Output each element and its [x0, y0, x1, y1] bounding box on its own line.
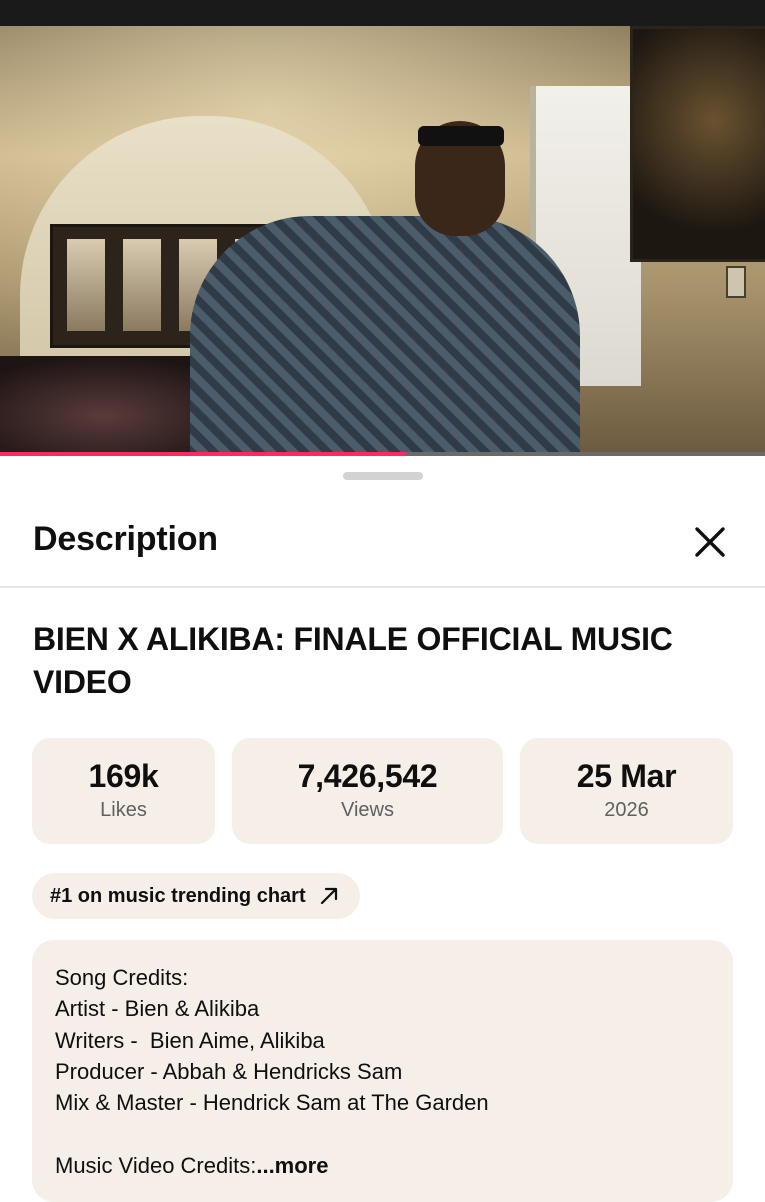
- description-line: Writers - Bien Aime, Alikiba: [55, 1027, 325, 1053]
- video-frame-painting: [630, 26, 765, 262]
- arrow-up-right-icon: [320, 887, 337, 905]
- sheet-title: Description: [33, 520, 218, 558]
- video-frame-performer: [190, 216, 580, 456]
- views-count: 7,426,542: [297, 758, 438, 794]
- views-stat: 7,426,542 Views: [232, 738, 503, 844]
- description-line: Producer - Abbah & Hendricks Sam: [55, 1058, 403, 1084]
- close-icon: [695, 527, 725, 557]
- close-button[interactable]: [688, 520, 732, 564]
- video-progress-fill: [0, 452, 406, 456]
- likes-label: Likes: [100, 799, 147, 821]
- trending-chart-label: #1 on music trending chart: [50, 884, 306, 907]
- publish-day-month: 25 Mar: [576, 758, 677, 794]
- trending-chart-chip[interactable]: #1 on music trending chart: [32, 873, 360, 919]
- description-line: Mix & Master - Hendrick Sam at The Garde…: [55, 1090, 489, 1116]
- views-label: Views: [341, 799, 394, 821]
- video-frame-switch: [726, 266, 746, 298]
- sheet-divider: [0, 586, 765, 588]
- video-title: BIEN X ALIKIBA: FINALE OFFICIAL MUSIC VI…: [33, 621, 673, 700]
- description-line: Music Video Credits:: [55, 1152, 257, 1178]
- description-line: Song Credits:: [55, 965, 189, 990]
- publish-year: 2026: [604, 799, 649, 821]
- description-box[interactable]: Song Credits: Artist - Bien & Alikiba Wr…: [32, 940, 733, 1202]
- likes-count: 169k: [88, 758, 159, 794]
- video-progress-bar[interactable]: [0, 452, 765, 456]
- status-bar: [0, 0, 765, 26]
- date-stat: 25 Mar 2026: [520, 738, 733, 844]
- video-player[interactable]: [0, 26, 765, 456]
- description-line: [55, 1118, 710, 1149]
- video-frame-sunglasses: [418, 126, 504, 146]
- description-line: Artist - Bien & Alikiba: [55, 996, 260, 1022]
- likes-stat: 169k Likes: [32, 738, 215, 844]
- description-line-last: Music Video Credits:...more: [55, 1150, 710, 1181]
- sheet-drag-handle[interactable]: [343, 472, 423, 480]
- description-sheet: Description BIEN X ALIKIBA: FINALE OFFIC…: [0, 458, 765, 1202]
- more-link[interactable]: ...more: [256, 1153, 328, 1178]
